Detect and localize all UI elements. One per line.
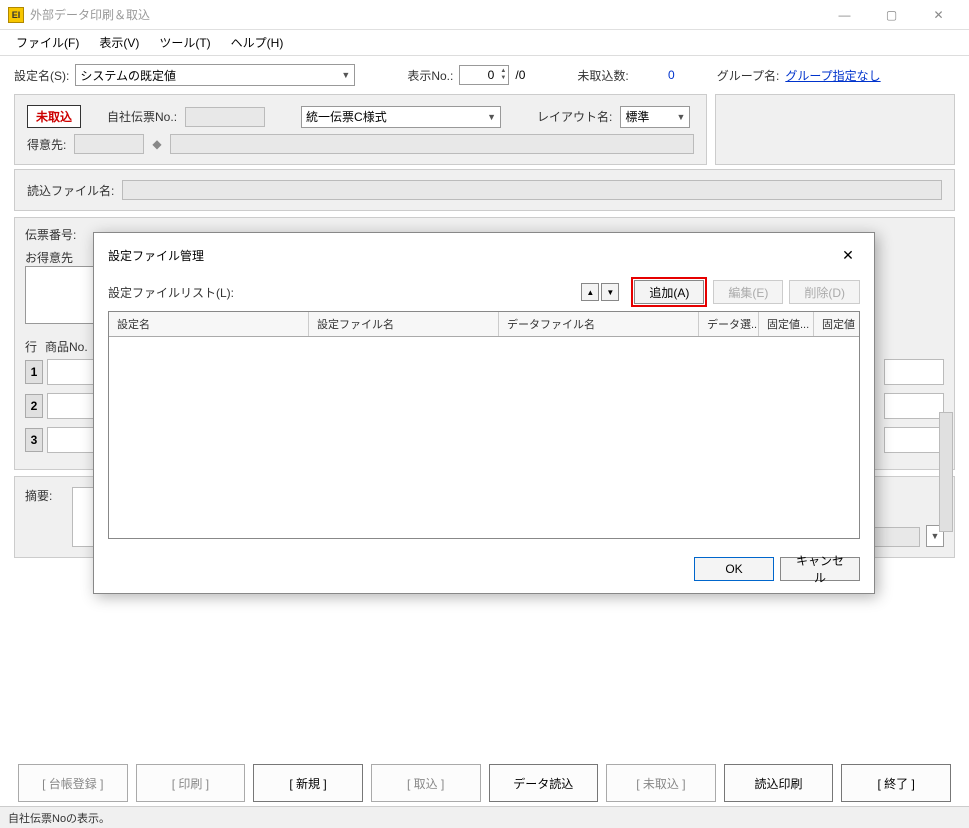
- col-fixed1[interactable]: 固定値...: [759, 312, 814, 336]
- add-button-highlight: 追加(A): [631, 277, 707, 307]
- edit-button: 編集(E): [713, 280, 783, 304]
- setting-file-list-label: 設定ファイルリスト(L):: [108, 284, 234, 301]
- col-setting-file[interactable]: 設定ファイル名: [309, 312, 499, 336]
- cancel-button[interactable]: キャンセル: [780, 557, 860, 581]
- dialog-close-button[interactable]: ✕: [836, 243, 860, 267]
- delete-button: 削除(D): [789, 280, 860, 304]
- sort-down-button[interactable]: ▼: [601, 283, 619, 301]
- add-button[interactable]: 追加(A): [634, 280, 704, 304]
- settings-file-dialog: 設定ファイル管理 ✕ 設定ファイルリスト(L): ▲ ▼ 追加(A) 編集(E)…: [93, 232, 875, 594]
- col-setting-name[interactable]: 設定名: [109, 312, 309, 336]
- sort-up-button[interactable]: ▲: [581, 283, 599, 301]
- dialog-title: 設定ファイル管理: [108, 247, 204, 264]
- settings-grid[interactable]: 設定名 設定ファイル名 データファイル名 データ選... 固定値... 固定値: [108, 311, 860, 539]
- ok-button[interactable]: OK: [694, 557, 774, 581]
- col-data-sel[interactable]: データ選...: [699, 312, 759, 336]
- col-data-file[interactable]: データファイル名: [499, 312, 699, 336]
- col-fixed2[interactable]: 固定値: [814, 312, 859, 336]
